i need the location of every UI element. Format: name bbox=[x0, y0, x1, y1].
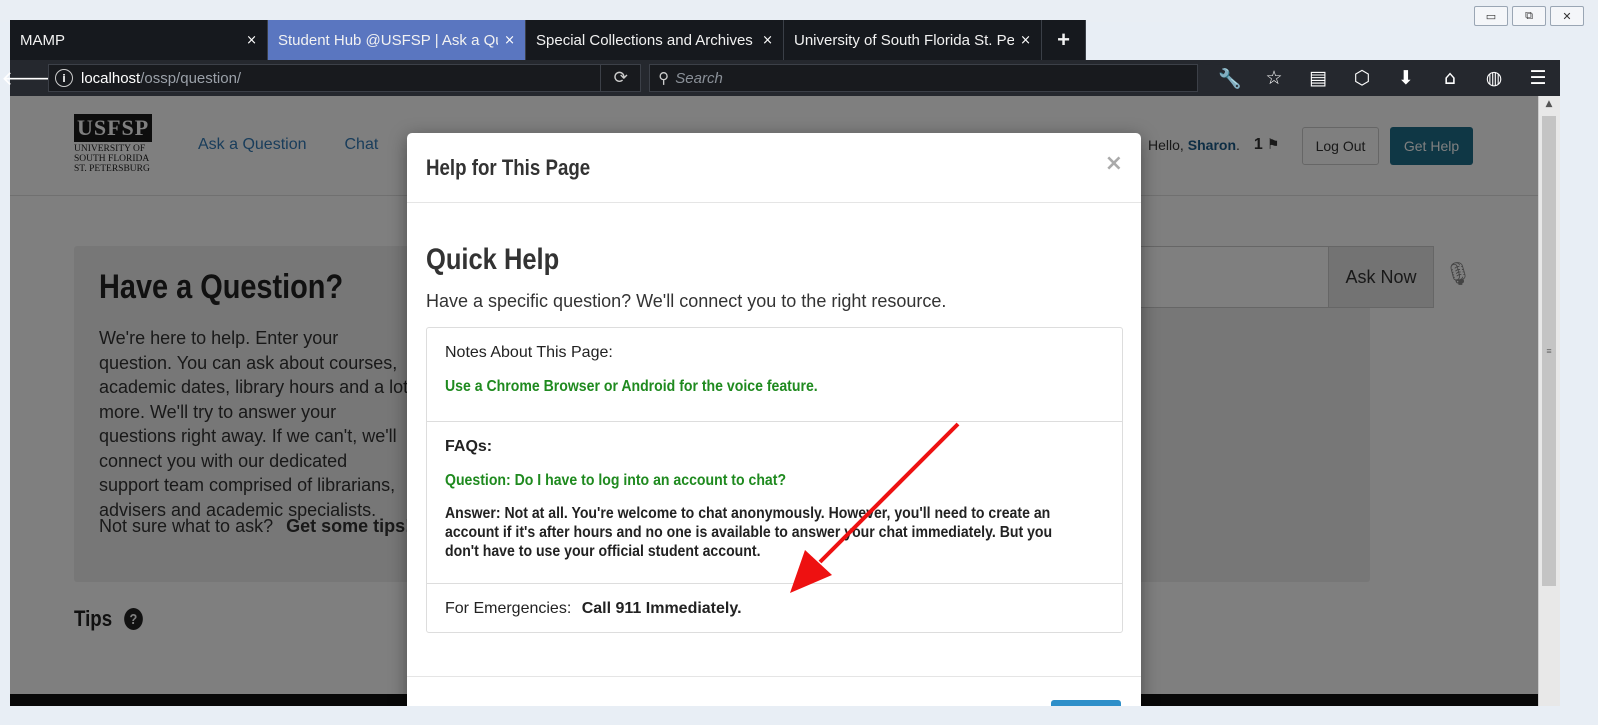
maximize-button[interactable]: ⧉ bbox=[1512, 6, 1546, 26]
close-tab-icon[interactable]: × bbox=[1020, 33, 1031, 48]
new-tab-button[interactable]: + bbox=[1042, 20, 1086, 60]
toolbar-icons: 🔧 ☆ ▤ ⬡ ⬇ ⌂ ◍ ☰ bbox=[1208, 60, 1560, 96]
tab-usfsp[interactable]: University of South Florida St. Petersbu… bbox=[784, 20, 1042, 60]
window-controls: ▭ ⧉ ✕ bbox=[1474, 6, 1584, 26]
emergency-label: For Emergencies: bbox=[445, 600, 572, 617]
search-icon: ⚲ bbox=[658, 69, 670, 87]
info-icon[interactable]: i bbox=[55, 69, 73, 87]
faqs-label: FAQs: bbox=[445, 438, 493, 455]
modal-title: Help for This Page bbox=[426, 155, 591, 180]
modal-footer-divider bbox=[407, 676, 1141, 677]
download-icon[interactable]: ⬇ bbox=[1384, 60, 1428, 96]
wrench-icon[interactable]: 🔧 bbox=[1208, 60, 1252, 96]
notes-section: Notes About This Page: Use a Chrome Brow… bbox=[427, 328, 1122, 422]
url-host: localhost bbox=[81, 69, 141, 87]
close-tab-icon[interactable]: × bbox=[246, 33, 257, 48]
search-input[interactable]: ⚲ Search bbox=[649, 64, 1198, 92]
close-tab-icon[interactable]: × bbox=[504, 33, 515, 48]
tab-student-hub[interactable]: Student Hub @USFSP | Ask a Question × bbox=[268, 20, 526, 60]
help-panel: Notes About This Page: Use a Chrome Brow… bbox=[426, 327, 1123, 633]
tab-title: Student Hub @USFSP | Ask a Question bbox=[278, 31, 498, 49]
quick-help-title: Quick Help bbox=[426, 243, 560, 276]
back-arrow-icon[interactable]: 🡐 bbox=[1, 60, 55, 96]
tab-title: Special Collections and Archives | USFSP bbox=[536, 31, 756, 49]
close-tab-icon[interactable]: × bbox=[762, 33, 773, 48]
reader-icon[interactable]: ▤ bbox=[1296, 60, 1340, 96]
search-placeholder: Search bbox=[675, 69, 723, 87]
scroll-thumb[interactable]: ≡ bbox=[1542, 116, 1556, 586]
tab-title: University of South Florida St. Petersbu… bbox=[794, 31, 1015, 49]
star-icon[interactable]: ☆ bbox=[1252, 60, 1296, 96]
url-bar[interactable]: i localhost/ossp/question/ ⟳ bbox=[48, 64, 642, 92]
url-path: /ossp/question/ bbox=[140, 69, 242, 87]
quick-help-subtitle: Have a specific question? We'll connect … bbox=[426, 291, 947, 311]
tab-mamp[interactable]: MAMP × bbox=[10, 20, 268, 60]
window-bottom-edge bbox=[0, 706, 1598, 725]
tab-special-collections[interactable]: Special Collections and Archives | USFSP… bbox=[526, 20, 784, 60]
reload-icon[interactable]: ⟳ bbox=[600, 65, 640, 91]
tab-title: MAMP bbox=[20, 31, 65, 49]
window-titlebar: ▭ ⧉ ✕ bbox=[0, 0, 1598, 26]
emergency-line: For Emergencies: Call 911 Immediately. bbox=[445, 600, 742, 618]
notes-label: Notes About This Page: bbox=[445, 344, 613, 361]
emergency-section: For Emergencies: Call 911 Immediately. bbox=[427, 584, 1122, 632]
close-window-button[interactable]: ✕ bbox=[1550, 6, 1584, 26]
close-icon[interactable]: × bbox=[1105, 151, 1123, 176]
navigation-toolbar: 🡐 i localhost/ossp/question/ ⟳ ⚲ Search … bbox=[1, 60, 1560, 96]
modal-header: Help for This Page × bbox=[407, 133, 1141, 203]
tab-bar: MAMP × Student Hub @USFSP | Ask a Questi… bbox=[10, 20, 1086, 60]
page-viewport: USFSP UNIVERSITY OF SOUTH FLORIDA ST. PE… bbox=[10, 96, 1538, 706]
notes-text: Use a Chrome Browser or Android for the … bbox=[445, 378, 818, 395]
help-modal: Help for This Page × Quick Help Have a s… bbox=[407, 133, 1141, 706]
home-icon[interactable]: ⌂ bbox=[1428, 60, 1472, 96]
pocket-icon[interactable]: ⬡ bbox=[1340, 60, 1384, 96]
faqs-section: FAQs: Question: Do I have to log into an… bbox=[427, 422, 1122, 584]
globe-icon[interactable]: ◍ bbox=[1472, 60, 1516, 96]
faq-answer: Answer: Not at all. You're welcome to ch… bbox=[445, 505, 1053, 560]
vertical-scrollbar[interactable]: ▲ ≡ bbox=[1538, 96, 1560, 706]
faq-question: Question: Do I have to log into an accou… bbox=[445, 472, 787, 489]
scroll-up-icon[interactable]: ▲ bbox=[1539, 96, 1559, 112]
emergency-text: Call 911 Immediately. bbox=[581, 600, 742, 617]
minimize-button[interactable]: ▭ bbox=[1474, 6, 1508, 26]
menu-icon[interactable]: ☰ bbox=[1516, 60, 1560, 96]
